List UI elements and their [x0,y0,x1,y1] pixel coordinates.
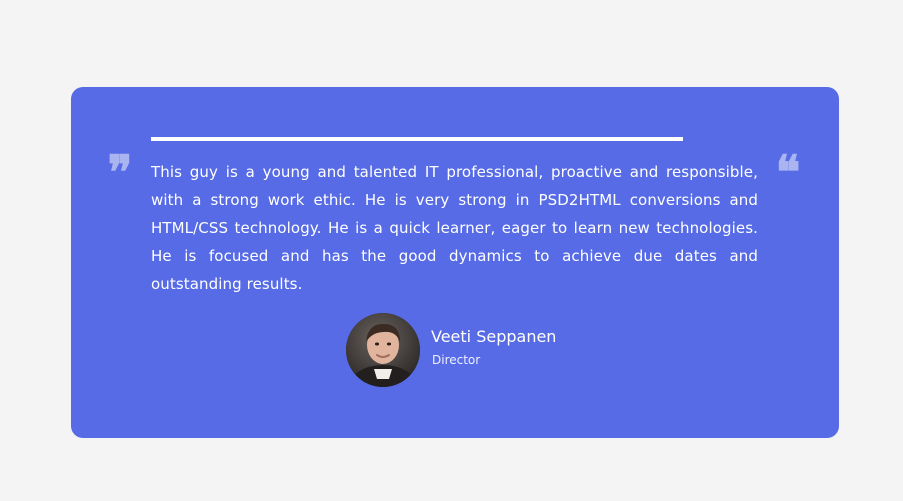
author-block: Veeti Seppanen Director [346,313,586,389]
quote-close-icon: ❝ [775,149,801,183]
testimonial-text: This guy is a young and talented IT prof… [151,163,758,293]
author-avatar [346,313,420,387]
quote-open-icon: ❞ [107,149,133,183]
author-role: Director [432,353,481,367]
author-name: Veeti Seppanen [431,327,557,346]
testimonial-card: ❞ ❝ This guy is a young and talented IT … [71,87,839,438]
divider-line [151,137,683,141]
